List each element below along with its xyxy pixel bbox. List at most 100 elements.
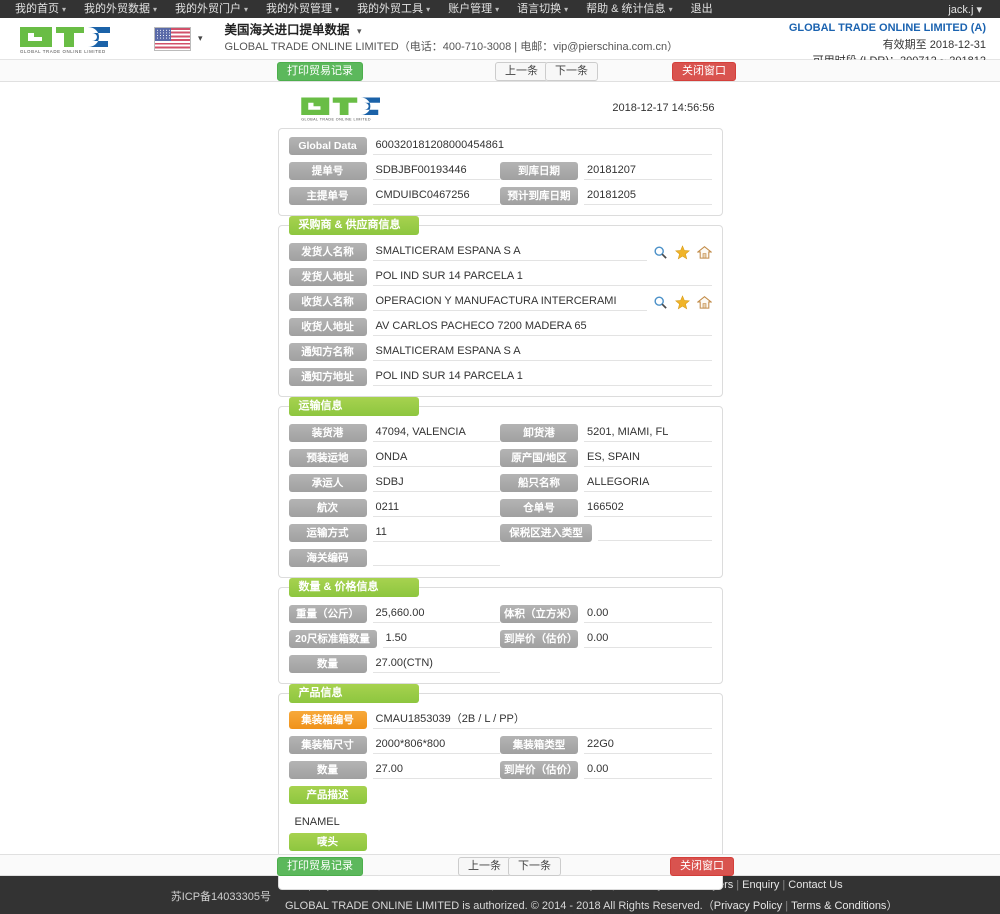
nav-item-trade-portal[interactable]: 我的外贸门户 ▾ <box>166 0 257 19</box>
row-hs-code: 海关编码 <box>288 549 712 567</box>
notify-name-value: SMALTICERAM ESPANA S A <box>372 343 712 361</box>
user-menu[interactable]: jack.j ▾ <box>948 3 994 16</box>
star-icon[interactable] <box>674 294 690 310</box>
nav-item-help-stats[interactable]: 帮助 & 统计信息 ▾ <box>577 0 681 19</box>
print-record-button-bottom[interactable]: 打印贸易记录 <box>277 857 363 876</box>
next-record-button[interactable]: 下一条 <box>545 62 598 81</box>
print-record-button[interactable]: 打印贸易记录 <box>277 62 363 81</box>
nav-item-label: 退出 <box>690 3 713 15</box>
vessel-label: 船只名称 <box>500 474 578 492</box>
transport-mode-label: 运输方式 <box>288 524 367 542</box>
field-bl-number: 提单号 SDBJBF00193446 <box>288 162 500 180</box>
field-shipper-address: 发货人地址 POL IND SUR 14 PARCELA 1 <box>288 268 712 286</box>
field-container-size: 集装箱尺寸 2000*806*800 <box>288 736 500 754</box>
product-description-label: 产品描述 <box>288 786 367 804</box>
nav-item-language-switch[interactable]: 语言切换 ▾ <box>508 0 577 19</box>
site-header: GLOBAL TRADE ONLINE LIMITED ▾ 美国海关进口提单数据… <box>0 18 1000 67</box>
field-quantity: 数量 27.00(CTN) <box>288 655 500 673</box>
nav-item-home[interactable]: 我的首页 ▾ <box>6 0 75 19</box>
cif-label: 到岸价（估价） <box>500 630 578 648</box>
shipper-name-value: SMALTICERAM ESPANA S A <box>372 243 647 261</box>
page-title[interactable]: 美国海关进口提单数据 ▾ <box>225 21 679 39</box>
notify-address-value: POL IND SUR 14 PARCELA 1 <box>372 368 712 386</box>
product-quantity-value: 27.00 <box>372 761 500 779</box>
row-product-desc-label: 产品描述 <box>288 786 712 804</box>
nav-item-logout[interactable]: 退出 <box>682 0 722 18</box>
nav-item-trade-tools[interactable]: 我的外贸工具 ▾ <box>348 0 439 19</box>
row-consignee-name: 收货人名称 OPERACION Y MANUFACTURA INTERCERAM… <box>288 293 712 311</box>
carrier-value: SDBJ <box>372 474 500 492</box>
star-icon[interactable] <box>674 244 690 260</box>
footer-link-enquiry[interactable]: Enquiry <box>742 879 779 891</box>
product-section-title: 产品信息 <box>288 684 419 703</box>
footer-link-terms-conditions[interactable]: Terms & Conditions <box>791 900 886 912</box>
chevron-down-icon: ▾ <box>198 33 203 43</box>
field-consignee-name: 收货人名称 OPERACION Y MANUFACTURA INTERCERAM… <box>288 293 712 311</box>
consignee-actions <box>653 294 712 310</box>
row-weight-volume: 重量（公斤） 25,660.00 体积（立方米） 0.00 <box>288 605 712 623</box>
copyright-text: GLOBAL TRADE ONLINE LIMITED is authorize… <box>285 899 714 912</box>
origin-label: 原产国/地区 <box>500 449 578 467</box>
parties-section-title: 采购商 & 供应商信息 <box>288 216 419 235</box>
gto-logo[interactable]: GLOBAL TRADE ONLINE LIMITED <box>12 23 132 55</box>
footer-link-privacy-policy[interactable]: Privacy Policy <box>714 900 782 912</box>
account-name: GLOBAL TRADE ONLINE LIMITED (A) <box>788 22 986 34</box>
page-title-text: 美国海关进口提单数据 <box>224 23 350 38</box>
field-product-desc-label: 产品描述 <box>288 786 712 804</box>
page-title-block: 美国海关进口提单数据 ▾ GLOBAL TRADE ONLINE LIMITED… <box>225 21 679 55</box>
home-icon[interactable] <box>696 295 712 310</box>
search-icon[interactable] <box>653 295 668 310</box>
field-container-type: 集装箱类型 22G0 <box>500 736 712 754</box>
quantity-section-title: 数量 & 价格信息 <box>288 578 419 597</box>
field-container-no: 集装箱编号 CMAU1853039（2B / L / PP） <box>288 711 712 729</box>
bill-of-lading-document: GLOBAL TRADE ONLINE LIMITED 2018-12-17 1… <box>277 94 723 914</box>
close-window-button-bottom[interactable]: 关闭窗口 <box>670 857 734 876</box>
shipper-address-label: 发货人地址 <box>288 268 367 286</box>
nav-item-label: 我的外贸工具 <box>357 2 424 15</box>
nav-item-trade-management[interactable]: 我的外贸管理 ▾ <box>257 0 348 19</box>
search-icon[interactable] <box>653 245 668 260</box>
nav-item-label: 我的首页 <box>15 2 59 15</box>
field-bonded-type: 保税区进入类型 <box>500 524 712 542</box>
field-arrival-date: 到库日期 20181207 <box>500 162 712 180</box>
row-bl-number: 提单号 SDBJBF00193446 到库日期 20181207 <box>288 162 712 180</box>
footer-link-contact-us[interactable]: Contact Us <box>788 879 842 891</box>
field-discharge-port: 卸货港 5201, MIAMI, FL <box>500 424 712 442</box>
consignee-address-value: AV CARLOS PACHECO 7200 MADERA 65 <box>372 318 712 336</box>
field-marks-label: 唛头 <box>288 833 712 851</box>
discharge-port-value: 5201, MIAMI, FL <box>584 424 712 442</box>
consignee-address-label: 收货人地址 <box>288 318 367 336</box>
quantity-price-panel: 数量 & 价格信息 重量（公斤） 25,660.00 体积（立方米） 0.00 … <box>277 578 723 684</box>
row-notify-name: 通知方名称 SMALTICERAM ESPANA S A <box>288 343 712 361</box>
nav-item-label: 帮助 & 统计信息 <box>586 2 666 15</box>
toolbar-bottom: 打印贸易记录 上一条 下一条 关闭窗口 <box>0 854 1000 876</box>
document-header: GLOBAL TRADE ONLINE LIMITED 2018-12-17 1… <box>278 94 723 128</box>
bl-number-value: SDBJBF00193446 <box>372 162 500 180</box>
cif-value: 0.00 <box>584 630 712 648</box>
nav-item-label: 我的外贸数据 <box>84 2 151 15</box>
previous-record-button-bottom[interactable]: 上一条 <box>458 857 511 876</box>
country-selector[interactable]: ▾ <box>154 26 203 51</box>
next-record-button-bottom[interactable]: 下一条 <box>508 857 561 876</box>
previous-record-button[interactable]: 上一条 <box>495 62 548 81</box>
copyright-text-end: ） <box>886 899 898 912</box>
hs-code-label: 海关编码 <box>288 549 367 567</box>
est-arrival-label: 预计到库日期 <box>500 187 578 205</box>
product-quantity-label: 数量 <box>288 761 367 779</box>
container-no-label: 集装箱编号 <box>288 711 367 729</box>
origin-value: ES, SPAIN <box>584 449 712 467</box>
nav-item-trade-data[interactable]: 我的外贸数据 ▾ <box>75 0 166 19</box>
field-carrier: 承运人 SDBJ <box>288 474 500 492</box>
marks-label: 唛头 <box>288 833 367 851</box>
transport-section-title: 运输信息 <box>288 397 419 416</box>
transport-panel: 运输信息 装货港 47094, VALENCIA 卸货港 5201, MIAMI… <box>277 397 723 578</box>
product-description-value: ENAMEL <box>294 816 340 828</box>
field-notify-name: 通知方名称 SMALTICERAM ESPANA S A <box>288 343 712 361</box>
document-timestamp: 2018-12-17 14:56:56 <box>612 102 715 114</box>
close-window-button[interactable]: 关闭窗口 <box>672 62 736 81</box>
nav-item-account-management[interactable]: 账户管理 ▾ <box>439 0 508 19</box>
home-icon[interactable] <box>696 245 712 260</box>
footer-copyright-row: GLOBAL TRADE ONLINE LIMITED is authorize… <box>285 896 897 914</box>
manifest-value: 166502 <box>584 499 712 517</box>
gto-logo-icon: GLOBAL TRADE ONLINE LIMITED <box>20 26 110 54</box>
